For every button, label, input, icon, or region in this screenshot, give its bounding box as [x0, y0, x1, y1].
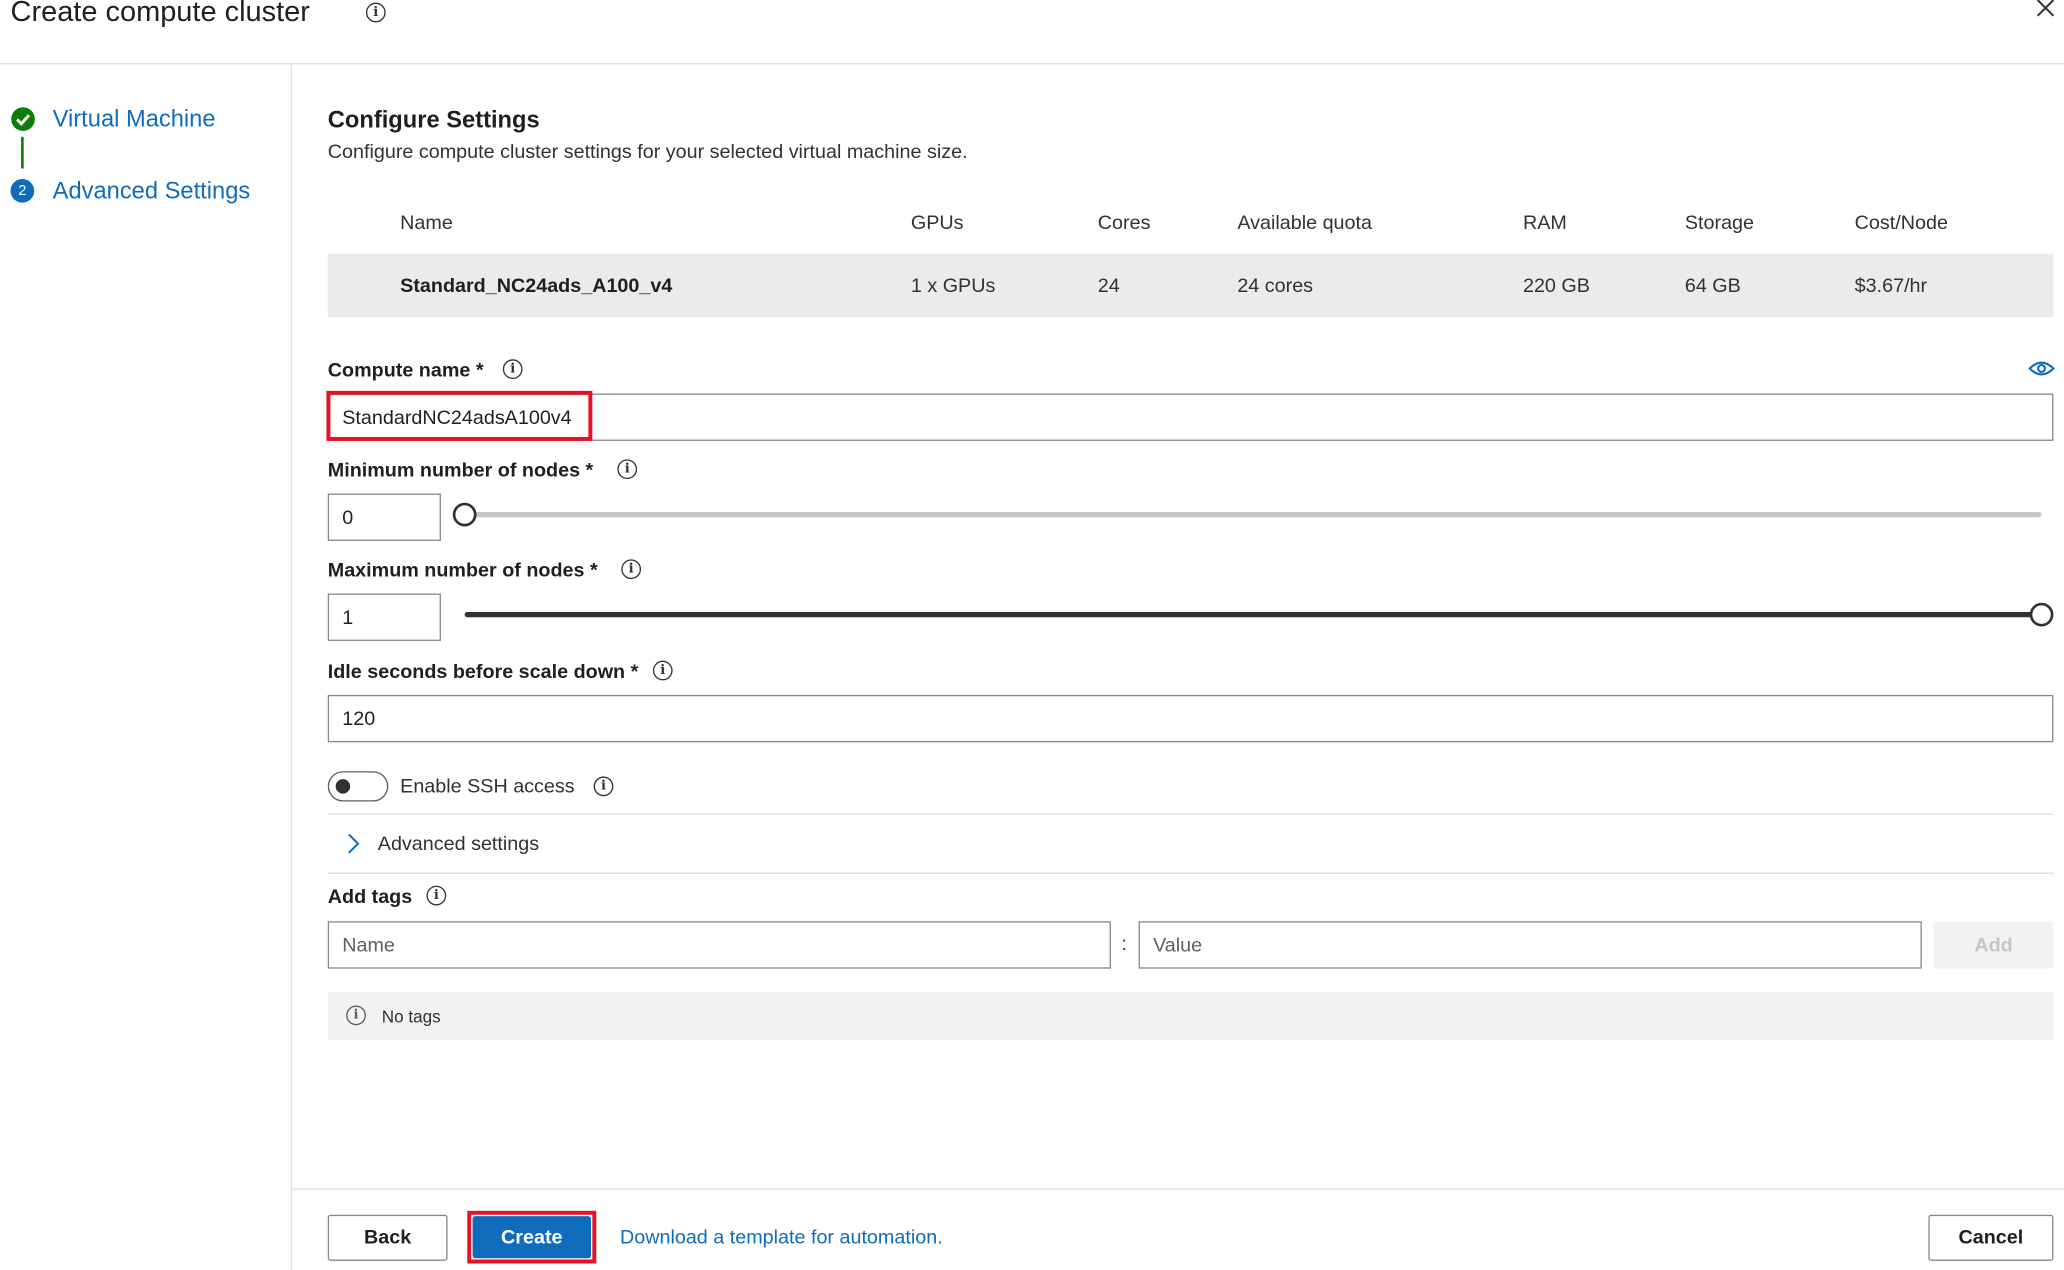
info-icon[interactable]: i: [426, 885, 447, 906]
section-title: Configure Settings: [327, 106, 540, 133]
no-tags-banner: [327, 992, 2054, 1040]
column-header: GPUs: [910, 211, 964, 235]
header-divider: [0, 63, 2064, 65]
step-connector: [21, 136, 24, 169]
check-circle-icon: [11, 107, 36, 132]
back-button[interactable]: Back: [327, 1214, 448, 1261]
info-icon[interactable]: i: [652, 660, 673, 681]
divider: [327, 813, 2054, 815]
idle-seconds-label: Idle seconds before scale down *: [327, 660, 639, 684]
footer-divider: [292, 1188, 2064, 1190]
tag-value-input[interactable]: Value: [1138, 921, 1922, 969]
table-cell: 64 GB: [1684, 275, 1741, 298]
column-header: Available quota: [1237, 211, 1372, 235]
no-tags-message: No tags: [381, 1006, 441, 1027]
divider: [327, 872, 2054, 874]
min-nodes-label: Minimum number of nodes *: [327, 459, 594, 482]
table-cell: 24: [1097, 275, 1120, 298]
step-virtual-machine[interactable]: Virtual Machine: [53, 105, 216, 133]
cancel-button[interactable]: Cancel: [1928, 1214, 2054, 1261]
tag-name-input[interactable]: Name: [327, 921, 1111, 969]
min-nodes-slider-track[interactable]: [464, 511, 2042, 518]
min-nodes-input[interactable]: 0: [327, 493, 441, 541]
eye-icon[interactable]: [2028, 359, 2055, 377]
column-header: Name: [400, 211, 453, 235]
download-template-link[interactable]: Download a template for automation.: [620, 1227, 943, 1249]
column-header: Storage: [1684, 211, 1755, 235]
table-cell: 220 GB: [1522, 275, 1590, 298]
table-cell: 24 cores: [1237, 275, 1314, 298]
info-icon[interactable]: i: [593, 776, 614, 797]
ssh-toggle[interactable]: [327, 771, 389, 802]
step-number-badge: 2: [10, 178, 35, 203]
max-nodes-label: Maximum number of nodes *: [327, 559, 598, 582]
dialog-title: Create compute cluster: [10, 0, 310, 28]
column-header: RAM: [1522, 211, 1567, 235]
close-icon[interactable]: [2032, 0, 2058, 24]
add-tag-button[interactable]: Add: [1933, 921, 2054, 969]
sidebar-divider: [290, 64, 293, 1270]
table-cell: $3.67/hr: [1854, 275, 1928, 298]
tag-separator: :: [1121, 933, 1127, 956]
add-tags-label: Add tags: [327, 885, 413, 909]
info-icon[interactable]: i: [621, 559, 642, 580]
info-icon: i: [346, 1005, 366, 1026]
column-header: Cores: [1097, 211, 1151, 235]
max-nodes-slider-track[interactable]: [464, 611, 2042, 618]
step-advanced-settings[interactable]: Advanced Settings: [53, 178, 251, 206]
create-button[interactable]: Create: [472, 1216, 592, 1259]
compute-name-label: Compute name *: [327, 359, 484, 382]
column-header: Cost/Node: [1854, 211, 1948, 235]
toggle-knob: [335, 779, 351, 794]
idle-seconds-input[interactable]: 120: [327, 694, 2054, 743]
info-icon[interactable]: i: [617, 459, 638, 480]
ssh-label: Enable SSH access: [400, 775, 575, 798]
max-nodes-slider-thumb[interactable]: [2029, 602, 2054, 627]
chevron-right-icon[interactable]: [345, 832, 361, 856]
info-icon[interactable]: i: [502, 359, 523, 380]
max-nodes-input[interactable]: 1: [327, 593, 441, 641]
table-cell: Standard_NC24ads_A100_v4: [400, 275, 673, 298]
info-icon[interactable]: i: [365, 2, 386, 23]
min-nodes-slider-thumb[interactable]: [452, 502, 477, 527]
table-cell: 1 x GPUs: [910, 275, 996, 298]
highlight-box: [326, 390, 593, 441]
section-description: Configure compute cluster settings for y…: [327, 140, 968, 164]
advanced-settings-expander[interactable]: Advanced settings: [378, 833, 539, 855]
